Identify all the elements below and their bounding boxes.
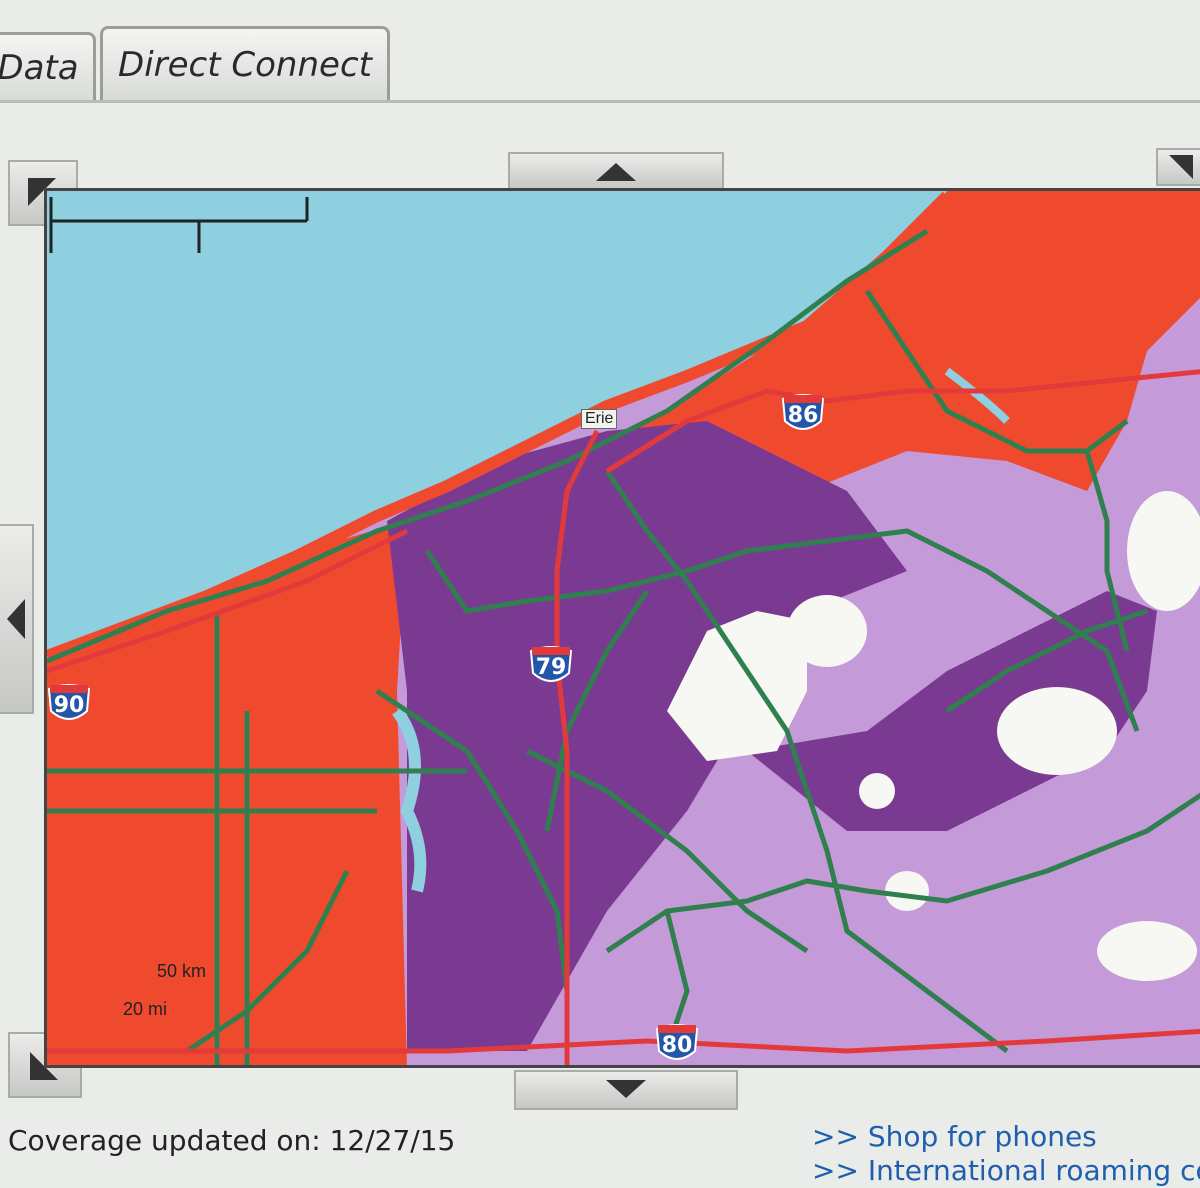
interstate-80-label: 80 xyxy=(661,1033,693,1058)
map-graphic xyxy=(47,191,1200,1065)
coverage-map[interactable]: 79 86 90 80 Erie 50 km 20 mi xyxy=(44,188,1200,1068)
scale-km-label: 50 km xyxy=(157,961,207,981)
arrow-up-icon xyxy=(596,163,636,181)
interstate-90-label: 90 xyxy=(53,693,85,718)
city-label-erie: Erie xyxy=(581,409,618,429)
coverage-updated-text: Coverage updated on: 12/27/15 xyxy=(8,1124,456,1157)
pan-up-button[interactable] xyxy=(508,152,724,190)
scale-mi-label: 20 mi xyxy=(123,999,168,1019)
no-coverage-2 xyxy=(997,687,1117,775)
interstate-90-shield: 90 xyxy=(47,681,91,727)
pan-down-button[interactable] xyxy=(514,1070,738,1110)
tab-bar: Data Direct Connect xyxy=(0,0,1200,104)
pan-up-right-button[interactable] xyxy=(1156,148,1200,186)
arrow-down-icon xyxy=(606,1080,646,1098)
interstate-80-shield: 80 xyxy=(655,1021,699,1065)
interstate-79-label: 79 xyxy=(535,655,567,680)
scale-bar xyxy=(49,197,309,253)
pan-left-button[interactable] xyxy=(0,524,34,714)
interstate-79-shield: 79 xyxy=(529,643,573,689)
arrow-up-right-icon xyxy=(1169,155,1193,179)
arrow-left-icon xyxy=(7,599,25,639)
tab-divider xyxy=(0,100,1200,103)
shop-for-phones-link[interactable]: >> Shop for phones xyxy=(812,1120,1200,1154)
international-roaming-link[interactable]: >> International roaming cove xyxy=(812,1154,1200,1188)
tab-data[interactable]: Data xyxy=(0,32,96,100)
tab-direct-connect[interactable]: Direct Connect xyxy=(100,26,390,100)
interstate-86-label: 86 xyxy=(787,403,819,428)
interstate-86-shield: 86 xyxy=(781,391,825,437)
